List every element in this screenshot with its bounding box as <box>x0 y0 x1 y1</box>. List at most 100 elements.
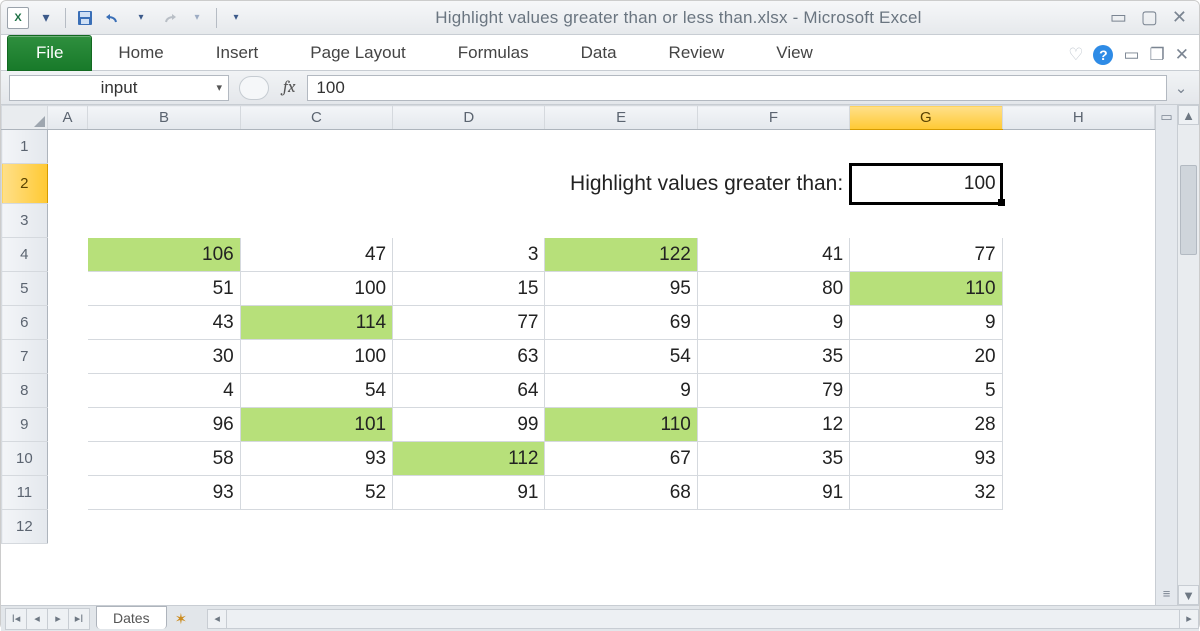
column-header-D[interactable]: D <box>393 106 545 130</box>
next-sheet-button[interactable]: ▸ <box>47 608 69 630</box>
cell-A3[interactable] <box>47 204 88 238</box>
cell-H1[interactable] <box>1002 130 1154 164</box>
last-sheet-button[interactable]: ▸I <box>68 608 90 630</box>
workbook-restore-button[interactable]: ❐ <box>1150 45 1165 65</box>
cell-C4[interactable]: 47 <box>240 238 392 272</box>
cell-B11[interactable]: 93 <box>88 476 240 510</box>
cell-H9[interactable] <box>1002 408 1154 442</box>
cell-G1[interactable] <box>850 130 1002 164</box>
row-header-11[interactable]: 11 <box>2 476 48 510</box>
scroll-up-icon[interactable]: ▲ <box>1178 105 1199 125</box>
undo-button[interactable] <box>102 7 124 29</box>
cell-B1[interactable] <box>88 130 240 164</box>
cell-G3[interactable] <box>850 204 1002 238</box>
cell-H5[interactable] <box>1002 272 1154 306</box>
cell-F10[interactable]: 35 <box>697 442 849 476</box>
row-header-10[interactable]: 10 <box>2 442 48 476</box>
cell-D9[interactable]: 99 <box>393 408 545 442</box>
cell-D1[interactable] <box>393 130 545 164</box>
cell-B3[interactable] <box>88 204 240 238</box>
cell-E5[interactable]: 95 <box>545 272 697 306</box>
cell-A12[interactable] <box>47 510 88 544</box>
cancel-formula-button[interactable] <box>239 76 269 100</box>
cell-F12[interactable] <box>697 510 849 544</box>
redo-menu-icon[interactable]: ▾ <box>186 7 208 29</box>
split-handle-icon[interactable]: ▭ <box>1160 109 1172 125</box>
cell-A1[interactable] <box>47 130 88 164</box>
cell-F7[interactable]: 35 <box>697 340 849 374</box>
cell-C11[interactable]: 52 <box>240 476 392 510</box>
cell-E9[interactable]: 110 <box>545 408 697 442</box>
cell-G8[interactable]: 5 <box>850 374 1002 408</box>
cell-E10[interactable]: 67 <box>545 442 697 476</box>
cell-D5[interactable]: 15 <box>393 272 545 306</box>
row-header-2[interactable]: 2 <box>2 164 48 204</box>
help-button[interactable]: ? <box>1093 45 1113 65</box>
cell-A10[interactable] <box>47 442 88 476</box>
tab-insert[interactable]: Insert <box>190 36 285 70</box>
cell-B5[interactable]: 51 <box>88 272 240 306</box>
redo-button[interactable] <box>158 7 180 29</box>
scroll-track[interactable] <box>1178 125 1199 585</box>
cell-H10[interactable] <box>1002 442 1154 476</box>
cell-E1[interactable] <box>545 130 697 164</box>
cell-F9[interactable]: 12 <box>697 408 849 442</box>
tab-view[interactable]: View <box>750 36 839 70</box>
grid[interactable]: ABCDEFGH 12Highlight values greater than… <box>1 105 1155 605</box>
cell-G10[interactable]: 93 <box>850 442 1002 476</box>
workbook-close-button[interactable]: ✕ <box>1175 45 1189 65</box>
cell-C1[interactable] <box>240 130 392 164</box>
cell-C12[interactable] <box>240 510 392 544</box>
first-sheet-button[interactable]: I◂ <box>5 608 27 630</box>
formula-input[interactable]: 100 <box>307 75 1167 101</box>
cell-H7[interactable] <box>1002 340 1154 374</box>
tab-home[interactable]: Home <box>92 36 189 70</box>
cell-D4[interactable]: 3 <box>393 238 545 272</box>
cell-E7[interactable]: 54 <box>545 340 697 374</box>
cell-G4[interactable]: 77 <box>850 238 1002 272</box>
row-header-7[interactable]: 7 <box>2 340 48 374</box>
cell-C8[interactable]: 54 <box>240 374 392 408</box>
tab-page-layout[interactable]: Page Layout <box>284 36 431 70</box>
cell-A4[interactable] <box>47 238 88 272</box>
cell-E11[interactable]: 68 <box>545 476 697 510</box>
tab-review[interactable]: Review <box>643 36 751 70</box>
cell-G9[interactable]: 28 <box>850 408 1002 442</box>
qat-dropdown-icon[interactable]: ▾ <box>35 7 57 29</box>
cell-F1[interactable] <box>697 130 849 164</box>
new-sheet-button[interactable]: ✶ <box>175 610 188 628</box>
cell-C10[interactable]: 93 <box>240 442 392 476</box>
cell-D2[interactable] <box>393 164 545 204</box>
row-header-4[interactable]: 4 <box>2 238 48 272</box>
column-header-G[interactable]: G <box>850 106 1002 130</box>
cell-G5[interactable]: 110 <box>850 272 1002 306</box>
cell-B2[interactable] <box>88 164 240 204</box>
scroll-track[interactable] <box>227 609 1179 629</box>
cell-E12[interactable] <box>545 510 697 544</box>
cell-F11[interactable]: 91 <box>697 476 849 510</box>
horizontal-scrollbar[interactable]: ◂ ▸ <box>207 609 1199 629</box>
cell-C9[interactable]: 101 <box>240 408 392 442</box>
cell-D8[interactable]: 64 <box>393 374 545 408</box>
scroll-thumb[interactable] <box>1180 165 1197 255</box>
select-all-corner[interactable] <box>2 106 48 130</box>
scroll-right-icon[interactable]: ▸ <box>1179 609 1199 629</box>
cell-F3[interactable] <box>697 204 849 238</box>
cell-G2[interactable]: 100 <box>850 164 1002 204</box>
cell-G11[interactable]: 32 <box>850 476 1002 510</box>
tab-data[interactable]: Data <box>555 36 643 70</box>
cell-B12[interactable] <box>88 510 240 544</box>
cell-H4[interactable] <box>1002 238 1154 272</box>
row-header-1[interactable]: 1 <box>2 130 48 164</box>
column-header-C[interactable]: C <box>240 106 392 130</box>
cell-D3[interactable] <box>393 204 545 238</box>
cell-G7[interactable]: 20 <box>850 340 1002 374</box>
name-box[interactable]: input ▾ <box>9 75 229 101</box>
cell-D11[interactable]: 91 <box>393 476 545 510</box>
column-header-A[interactable]: A <box>47 106 88 130</box>
scroll-left-icon[interactable]: ◂ <box>207 609 227 629</box>
vertical-scrollbar[interactable]: ▲ ▼ <box>1177 105 1199 605</box>
row-header-12[interactable]: 12 <box>2 510 48 544</box>
prev-sheet-button[interactable]: ◂ <box>26 608 48 630</box>
cell-G12[interactable] <box>850 510 1002 544</box>
